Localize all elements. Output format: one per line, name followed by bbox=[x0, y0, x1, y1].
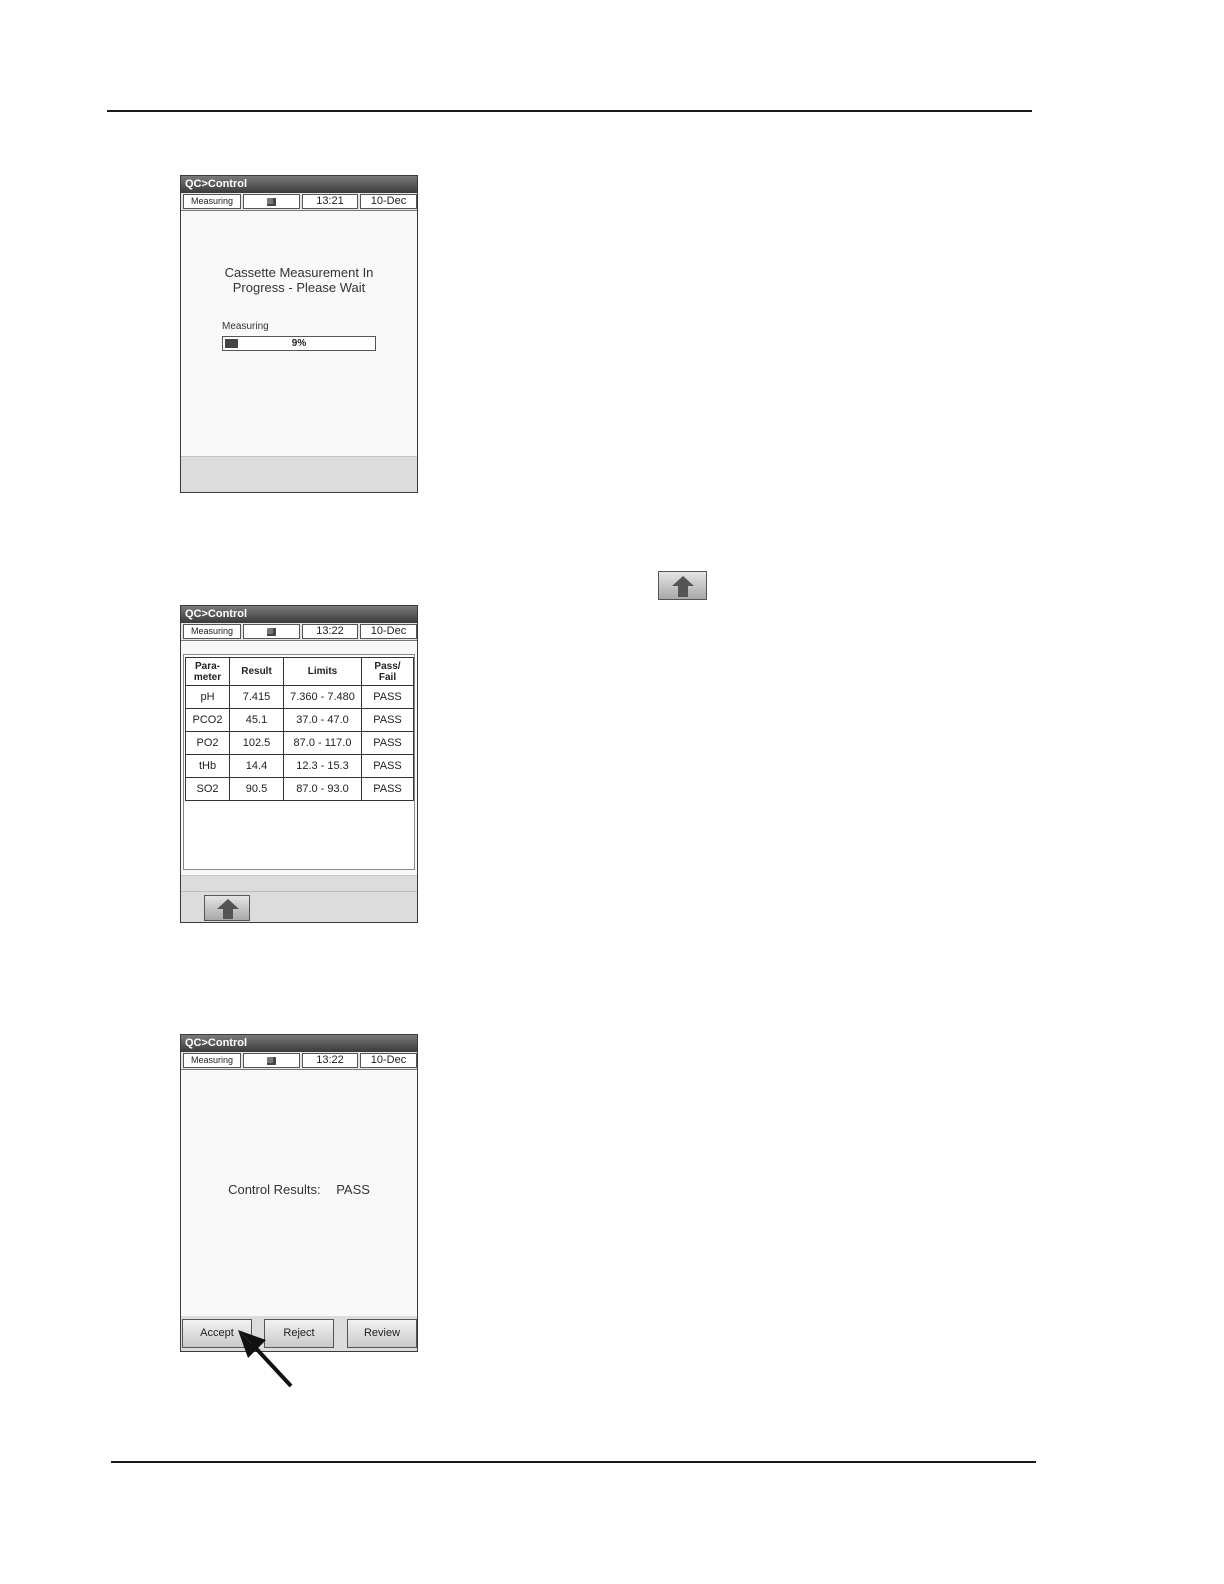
status-cassette bbox=[243, 624, 300, 639]
control-result-label: Control Results: bbox=[228, 1182, 321, 1197]
footer-bar bbox=[181, 456, 417, 492]
table-row: pH 7.415 7.360 - 7.480 PASS bbox=[185, 685, 414, 709]
cassette-icon bbox=[267, 628, 276, 636]
progress-bar: 9% bbox=[222, 336, 376, 351]
cassette-icon bbox=[267, 1057, 276, 1065]
review-button[interactable]: Review bbox=[347, 1319, 417, 1348]
table-header-row: Para-meter Result Limits Pass/Fail bbox=[185, 657, 414, 686]
cell-result: 45.1 bbox=[229, 708, 284, 732]
button-bar: Accept Reject Review bbox=[181, 1316, 417, 1351]
up-arrow-button[interactable] bbox=[204, 895, 250, 921]
header-pass-fail: Pass/Fail bbox=[361, 657, 414, 686]
cell-pass-fail: PASS bbox=[361, 708, 414, 732]
cell-parameter: pH bbox=[185, 685, 230, 709]
title-bar: QC>Control bbox=[181, 1035, 417, 1052]
header-parameter: Para-meter bbox=[185, 657, 230, 686]
cell-result: 90.5 bbox=[229, 777, 284, 801]
message-line-2: Progress - Please Wait bbox=[232, 280, 366, 295]
up-arrow-reference-button bbox=[658, 571, 707, 600]
status-mode: Measuring bbox=[183, 624, 241, 639]
status-date: 10-Dec bbox=[360, 194, 417, 209]
table-row: SO2 90.5 87.0 - 93.0 PASS bbox=[185, 777, 414, 801]
cell-limits: 12.3 - 15.3 bbox=[283, 754, 362, 778]
header-result: Result bbox=[229, 657, 284, 686]
progress-label: Measuring bbox=[222, 321, 269, 332]
cell-pass-fail: PASS bbox=[361, 754, 414, 778]
status-mode: Measuring bbox=[183, 194, 241, 209]
cell-parameter: PO2 bbox=[185, 731, 230, 755]
cell-limits: 7.360 - 7.480 bbox=[283, 685, 362, 709]
status-date: 10-Dec bbox=[360, 1053, 417, 1068]
status-mode: Measuring bbox=[183, 1053, 241, 1068]
bottom-rule bbox=[111, 1461, 1036, 1463]
header-limits: Limits bbox=[283, 657, 362, 686]
footer-divider bbox=[181, 891, 417, 892]
measuring-body: Cassette Measurement In Progress - Pleas… bbox=[181, 211, 417, 456]
title-bar: QC>Control bbox=[181, 606, 417, 623]
message-line-1: Cassette Measurement In bbox=[224, 265, 374, 280]
cell-pass-fail: PASS bbox=[361, 731, 414, 755]
cell-result: 14.4 bbox=[229, 754, 284, 778]
cell-pass-fail: PASS bbox=[361, 777, 414, 801]
screen-control-results: QC>Control Measuring 13:22 10-Dec Contro… bbox=[180, 1034, 418, 1352]
cassette-icon bbox=[267, 198, 276, 206]
cell-limits: 87.0 - 93.0 bbox=[283, 777, 362, 801]
progress-text: 9% bbox=[291, 338, 307, 349]
progress-message: Cassette Measurement In Progress - Pleas… bbox=[181, 265, 417, 295]
cell-result: 7.415 bbox=[229, 685, 284, 709]
status-time: 13:22 bbox=[302, 1053, 358, 1068]
results-table: Para-meter Result Limits Pass/Fail pH 7.… bbox=[185, 657, 414, 801]
pointer-arrow-icon bbox=[238, 1330, 293, 1388]
top-rule bbox=[107, 110, 1032, 112]
status-cassette bbox=[243, 1053, 300, 1068]
cell-limits: 87.0 - 117.0 bbox=[283, 731, 362, 755]
results-table-area[interactable]: Para-meter Result Limits Pass/Fail pH 7.… bbox=[183, 654, 415, 870]
status-time: 13:21 bbox=[302, 194, 358, 209]
cell-result: 102.5 bbox=[229, 731, 284, 755]
control-results-body: Control Results: PASS bbox=[181, 1070, 417, 1314]
status-bar: Measuring 13:21 10-Dec bbox=[181, 193, 417, 211]
cell-parameter: tHb bbox=[185, 754, 230, 778]
screen-measuring: QC>Control Measuring 13:21 10-Dec Casset… bbox=[180, 175, 418, 493]
control-result-value: PASS bbox=[336, 1182, 370, 1197]
title-bar: QC>Control bbox=[181, 176, 417, 193]
status-bar: Measuring 13:22 10-Dec bbox=[181, 623, 417, 641]
cell-limits: 37.0 - 47.0 bbox=[283, 708, 362, 732]
status-time: 13:22 bbox=[302, 624, 358, 639]
control-result-line: Control Results: PASS bbox=[181, 1182, 417, 1197]
status-bar: Measuring 13:22 10-Dec bbox=[181, 1052, 417, 1070]
cell-parameter: SO2 bbox=[185, 777, 230, 801]
table-row: PCO2 45.1 37.0 - 47.0 PASS bbox=[185, 708, 414, 732]
cell-pass-fail: PASS bbox=[361, 685, 414, 709]
screen-results-table: QC>Control Measuring 13:22 10-Dec Para-m… bbox=[180, 605, 418, 923]
cell-parameter: PCO2 bbox=[185, 708, 230, 732]
status-cassette bbox=[243, 194, 300, 209]
table-row: PO2 102.5 87.0 - 117.0 PASS bbox=[185, 731, 414, 755]
status-date: 10-Dec bbox=[360, 624, 417, 639]
table-row: tHb 14.4 12.3 - 15.3 PASS bbox=[185, 754, 414, 778]
